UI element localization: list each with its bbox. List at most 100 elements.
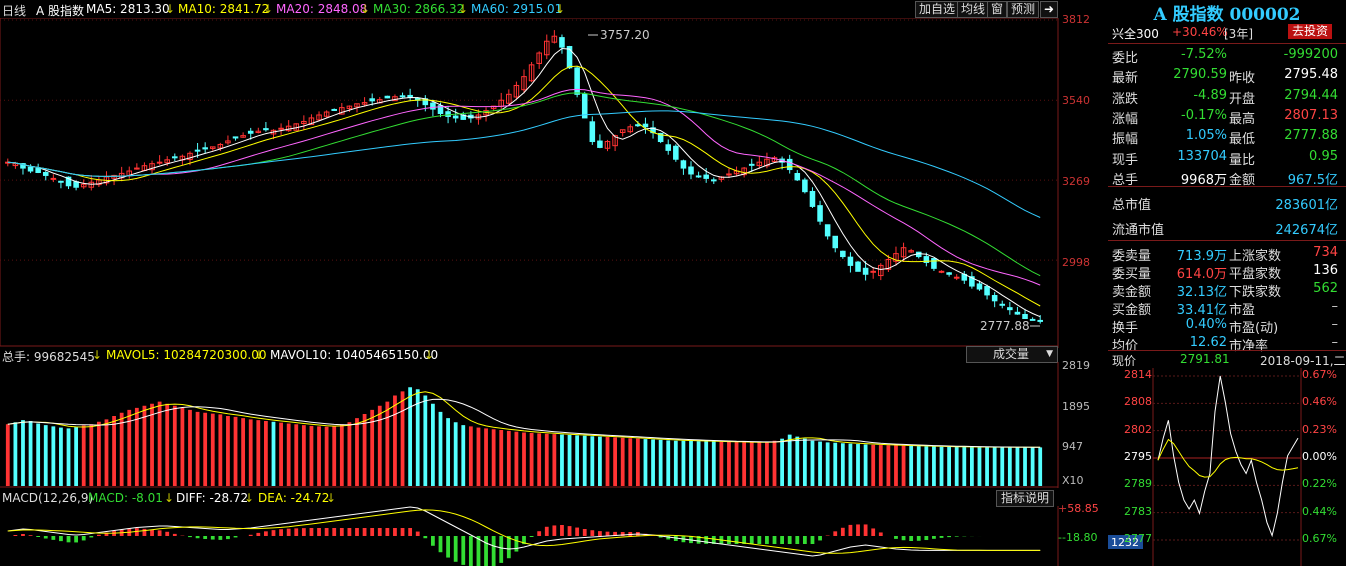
candle xyxy=(543,34,550,60)
candle xyxy=(794,170,801,182)
candle xyxy=(931,257,937,271)
mini-left-tick: 2789 xyxy=(1124,477,1152,491)
candle xyxy=(240,132,246,138)
mini-price-label: 现价 xyxy=(1112,354,1137,368)
order-row: 卖金额 32.13亿 下跌家数 562 xyxy=(1112,279,1344,300)
volume-chart[interactable] xyxy=(0,362,1108,488)
candle xyxy=(817,200,823,225)
high-marker: 3757.20 xyxy=(600,28,650,42)
mini-date: 2018-09-11,二 xyxy=(1260,354,1346,368)
indicator-help-button[interactable]: 指标说明 xyxy=(996,490,1054,507)
quote-row: 现手 133704 量比 0.95 xyxy=(1112,147,1344,168)
quote-value: 2795.48 xyxy=(1284,67,1338,83)
quote-value: 734 xyxy=(1313,245,1338,260)
volume-header: 总手: 99682545 ↓ MAVOL5: 10284720300.00 ↓ … xyxy=(2,348,439,364)
quote-label: 量比 xyxy=(1229,152,1256,168)
candle xyxy=(695,171,702,178)
quote-value: 9968万 xyxy=(1180,172,1227,188)
candle xyxy=(953,274,960,281)
invest-button[interactable]: 去投资 xyxy=(1288,24,1333,39)
candle xyxy=(991,292,998,308)
macd-lines xyxy=(7,506,1041,557)
macd-tick-top: +58.85 xyxy=(1058,502,1099,515)
candle xyxy=(1007,301,1013,315)
candle xyxy=(301,115,307,130)
candle xyxy=(414,97,421,107)
candle xyxy=(209,146,216,151)
quote-value: 0.95 xyxy=(1309,148,1338,164)
order-row: 委买量 614.0万 平盘家数 136 xyxy=(1112,261,1344,282)
quote-label: 涨幅 xyxy=(1112,111,1139,127)
quote-label: 最高 xyxy=(1229,111,1256,127)
mini-right-tick: 0.22% xyxy=(1302,477,1337,491)
quote-value: 0.40% xyxy=(1185,317,1227,332)
order-row: 买金额 33.41亿 市盈 – xyxy=(1112,297,1344,318)
candle xyxy=(202,142,208,154)
candle xyxy=(650,120,656,139)
candle xyxy=(802,177,808,194)
ma-line-button[interactable]: 均线 xyxy=(957,1,990,18)
mini-left-tick: 2814 xyxy=(1124,368,1152,381)
candle xyxy=(756,155,763,169)
mini-left-tick: 2783 xyxy=(1124,504,1152,518)
candle xyxy=(172,153,178,161)
candle xyxy=(665,139,672,155)
period-label[interactable]: 日线 xyxy=(2,2,26,19)
candle xyxy=(483,107,489,122)
market-value: 242674亿 xyxy=(1275,223,1338,238)
ma60-line xyxy=(7,110,1041,218)
forecast-button[interactable]: 预测 xyxy=(1007,1,1040,18)
intraday-price-line xyxy=(1157,375,1299,538)
candle xyxy=(870,267,876,279)
volume-bar-group xyxy=(5,387,1043,486)
quote-row: 委比 -7.52% -999200 xyxy=(1112,45,1344,66)
vol-tick-947: 947 xyxy=(1062,440,1083,453)
candle xyxy=(619,129,626,137)
candle xyxy=(506,89,512,105)
vol-unit: X10 xyxy=(1062,474,1084,487)
candle xyxy=(103,171,110,186)
candle xyxy=(156,155,163,165)
macd-histogram xyxy=(13,524,997,566)
candle xyxy=(627,124,634,134)
index-name: A 股指数 xyxy=(36,4,85,18)
quote-label: 涨跌 xyxy=(1112,91,1139,107)
quote-value: -4.89 xyxy=(1193,87,1227,103)
candle xyxy=(331,108,337,111)
quote-label: 金额 xyxy=(1229,172,1256,188)
quote-row: 涨跌 -4.89 开盘 2794.44 xyxy=(1112,86,1344,107)
ma30-line xyxy=(7,92,1041,277)
candle xyxy=(559,34,565,54)
macd-title[interactable]: MACD(12,26,9) xyxy=(2,491,93,505)
y-tick-2998: 2998 xyxy=(1062,256,1090,269)
candle xyxy=(878,263,884,281)
macd-chart[interactable] xyxy=(0,506,1108,566)
quote-value: 12.62 xyxy=(1189,335,1227,350)
quote-label: 现手 xyxy=(1112,152,1139,168)
candle xyxy=(452,108,459,123)
window-button[interactable]: 窗 xyxy=(987,1,1008,18)
candle xyxy=(384,95,391,99)
mini-left-tick: 2802 xyxy=(1124,422,1152,436)
candle xyxy=(42,170,49,181)
candle xyxy=(118,166,125,182)
ma30-label: MA30: 2866.32 xyxy=(373,2,465,16)
market-label: 总市值 xyxy=(1112,198,1152,213)
candle xyxy=(536,51,542,69)
indicator-dropdown[interactable]: 成交量 ▼ xyxy=(966,346,1058,363)
candlestick-chart[interactable]: 3757.20 2777.88 xyxy=(0,18,1108,348)
candle xyxy=(1014,306,1021,315)
mini-right-tick: 0.67% xyxy=(1302,532,1337,545)
panel-divider xyxy=(1108,186,1346,187)
candle xyxy=(893,246,899,266)
macd-header: MACD(12,26,9) MACD: -8.01 ↓ DIFF: -28.72… xyxy=(2,491,337,505)
add-watchlist-button[interactable]: 加自选 xyxy=(915,1,960,18)
candle xyxy=(688,161,694,180)
exit-icon[interactable]: ➜ xyxy=(1040,1,1059,18)
ma10-label: MA10: 2841.72 xyxy=(178,2,270,16)
candle xyxy=(809,187,816,209)
vol-tick-2819: 2819 xyxy=(1062,359,1090,372)
candle xyxy=(285,120,292,132)
candle xyxy=(407,88,413,102)
candle xyxy=(961,271,968,284)
